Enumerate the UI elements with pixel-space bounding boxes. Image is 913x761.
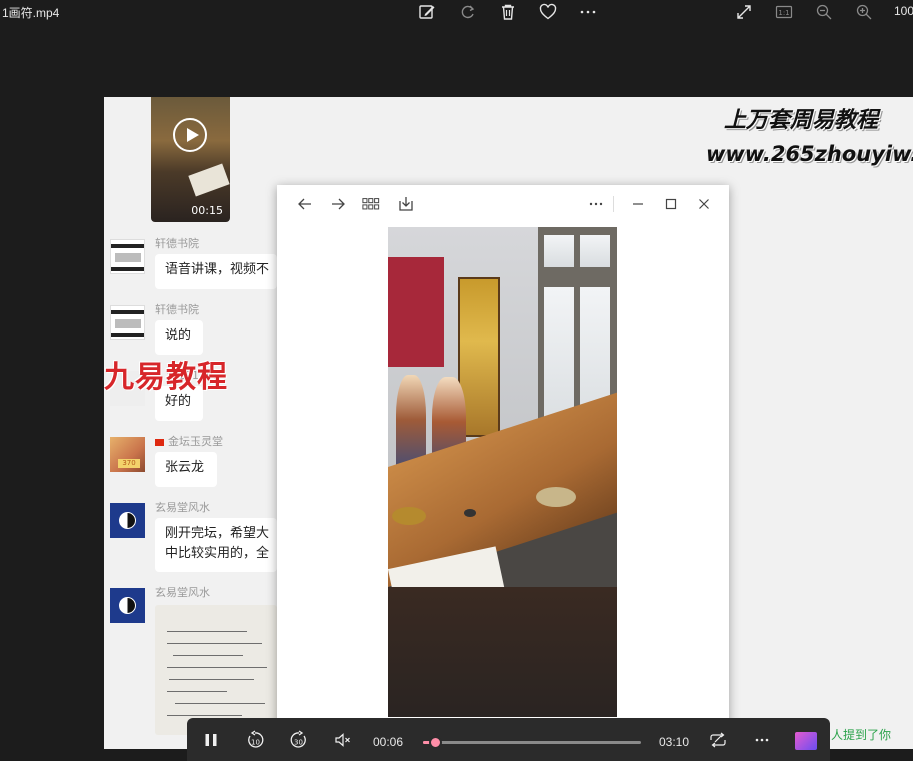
seek-handle[interactable]	[429, 736, 442, 749]
save-icon[interactable]	[397, 195, 415, 213]
rewind-10-icon[interactable]: 10	[245, 730, 265, 750]
forward-30-icon[interactable]: 30	[289, 730, 309, 750]
sender-name: 玄易堂风水	[155, 586, 210, 599]
avatar[interactable]: 370	[110, 437, 145, 472]
maximize-icon[interactable]	[662, 195, 680, 213]
total-time: 03:10	[659, 735, 690, 749]
edit-image-icon[interactable]	[416, 1, 438, 23]
message-bubble: 张云龙	[155, 452, 217, 487]
back-icon[interactable]	[296, 195, 314, 213]
sender-name: 轩德书院	[155, 237, 199, 250]
repeat-icon[interactable]	[708, 730, 728, 750]
video-frame[interactable]: 00:15 轩德书院 语音讲课，视频不 轩德书院 说的 洋131499 好的 3…	[104, 97, 913, 749]
actual-size-icon[interactable]: 1:1	[773, 1, 795, 23]
fullscreen-icon[interactable]	[733, 1, 755, 23]
sender-name: 玄易堂风水	[155, 501, 210, 514]
play-icon[interactable]	[173, 118, 207, 152]
grid-icon[interactable]	[362, 195, 380, 213]
altar-front	[388, 587, 617, 717]
handwritten-document-image[interactable]	[155, 605, 277, 735]
rotate-icon[interactable]	[457, 1, 479, 23]
avatar[interactable]	[110, 588, 145, 623]
avatar-badge: 370	[118, 459, 140, 468]
bowl	[392, 507, 426, 525]
message-bubble: 说的	[155, 320, 203, 355]
media-player-window: 1画符.mp4 1:1 100 00:15 轩德书院 语音讲课，视频不 轩德书院…	[0, 0, 913, 761]
avatar[interactable]	[110, 305, 145, 340]
red-cloth	[388, 257, 444, 367]
current-time: 00:06	[373, 735, 404, 749]
red-watermark-logo: 九易教程	[104, 360, 228, 395]
watermark-line-2: www.265zhouyiw.com	[706, 142, 913, 166]
chat-video-thumbnail[interactable]: 00:15	[151, 97, 230, 222]
avatar[interactable]	[110, 503, 145, 538]
more-icon[interactable]	[577, 1, 599, 23]
watermark-line-1: 上万套周易教程	[724, 108, 879, 133]
zoom-level: 100	[894, 4, 913, 18]
svg-text:10: 10	[251, 739, 260, 747]
sender-name: 金坛玉灵堂	[155, 433, 223, 449]
forward-icon[interactable]	[329, 195, 347, 213]
thumbnail-paper	[188, 163, 230, 197]
clapperboard-icon[interactable]	[795, 732, 817, 750]
cup	[464, 509, 476, 517]
zoom-in-icon[interactable]	[853, 1, 875, 23]
video-duration: 00:15	[191, 204, 223, 217]
file-title: 1画符.mp4	[2, 6, 60, 20]
altar-photo[interactable]	[388, 227, 617, 717]
taiji-icon	[119, 512, 136, 529]
mention-notice[interactable]: 人提到了你	[831, 726, 891, 743]
seek-bar[interactable]	[423, 736, 641, 749]
message-bubble: 语音讲课，视频不	[155, 254, 277, 289]
toolbar-separator	[613, 196, 614, 212]
close-icon[interactable]	[695, 195, 713, 213]
sender-name: 轩德书院	[155, 303, 199, 316]
china-flag-icon	[155, 438, 164, 446]
more-icon[interactable]	[587, 195, 605, 213]
photo-viewer-window	[277, 185, 729, 749]
delete-icon[interactable]	[497, 1, 519, 23]
top-toolbar: 1画符.mp4 1:1 100	[0, 0, 913, 24]
zoom-out-icon[interactable]	[813, 1, 835, 23]
message-bubble: 刚开完坛，希望大 中比较实用的，全	[155, 518, 277, 572]
svg-text:30: 30	[294, 739, 303, 747]
mute-icon[interactable]	[333, 730, 353, 750]
svg-text:1:1: 1:1	[778, 9, 789, 17]
bowl	[536, 487, 576, 507]
taiji-icon	[119, 597, 136, 614]
heart-icon[interactable]	[537, 1, 559, 23]
player-controls: 10 30 00:06 03:10	[187, 718, 830, 761]
pause-icon[interactable]	[201, 730, 221, 750]
avatar[interactable]	[110, 239, 145, 274]
more-icon[interactable]	[752, 730, 772, 750]
minimize-icon[interactable]	[629, 195, 647, 213]
